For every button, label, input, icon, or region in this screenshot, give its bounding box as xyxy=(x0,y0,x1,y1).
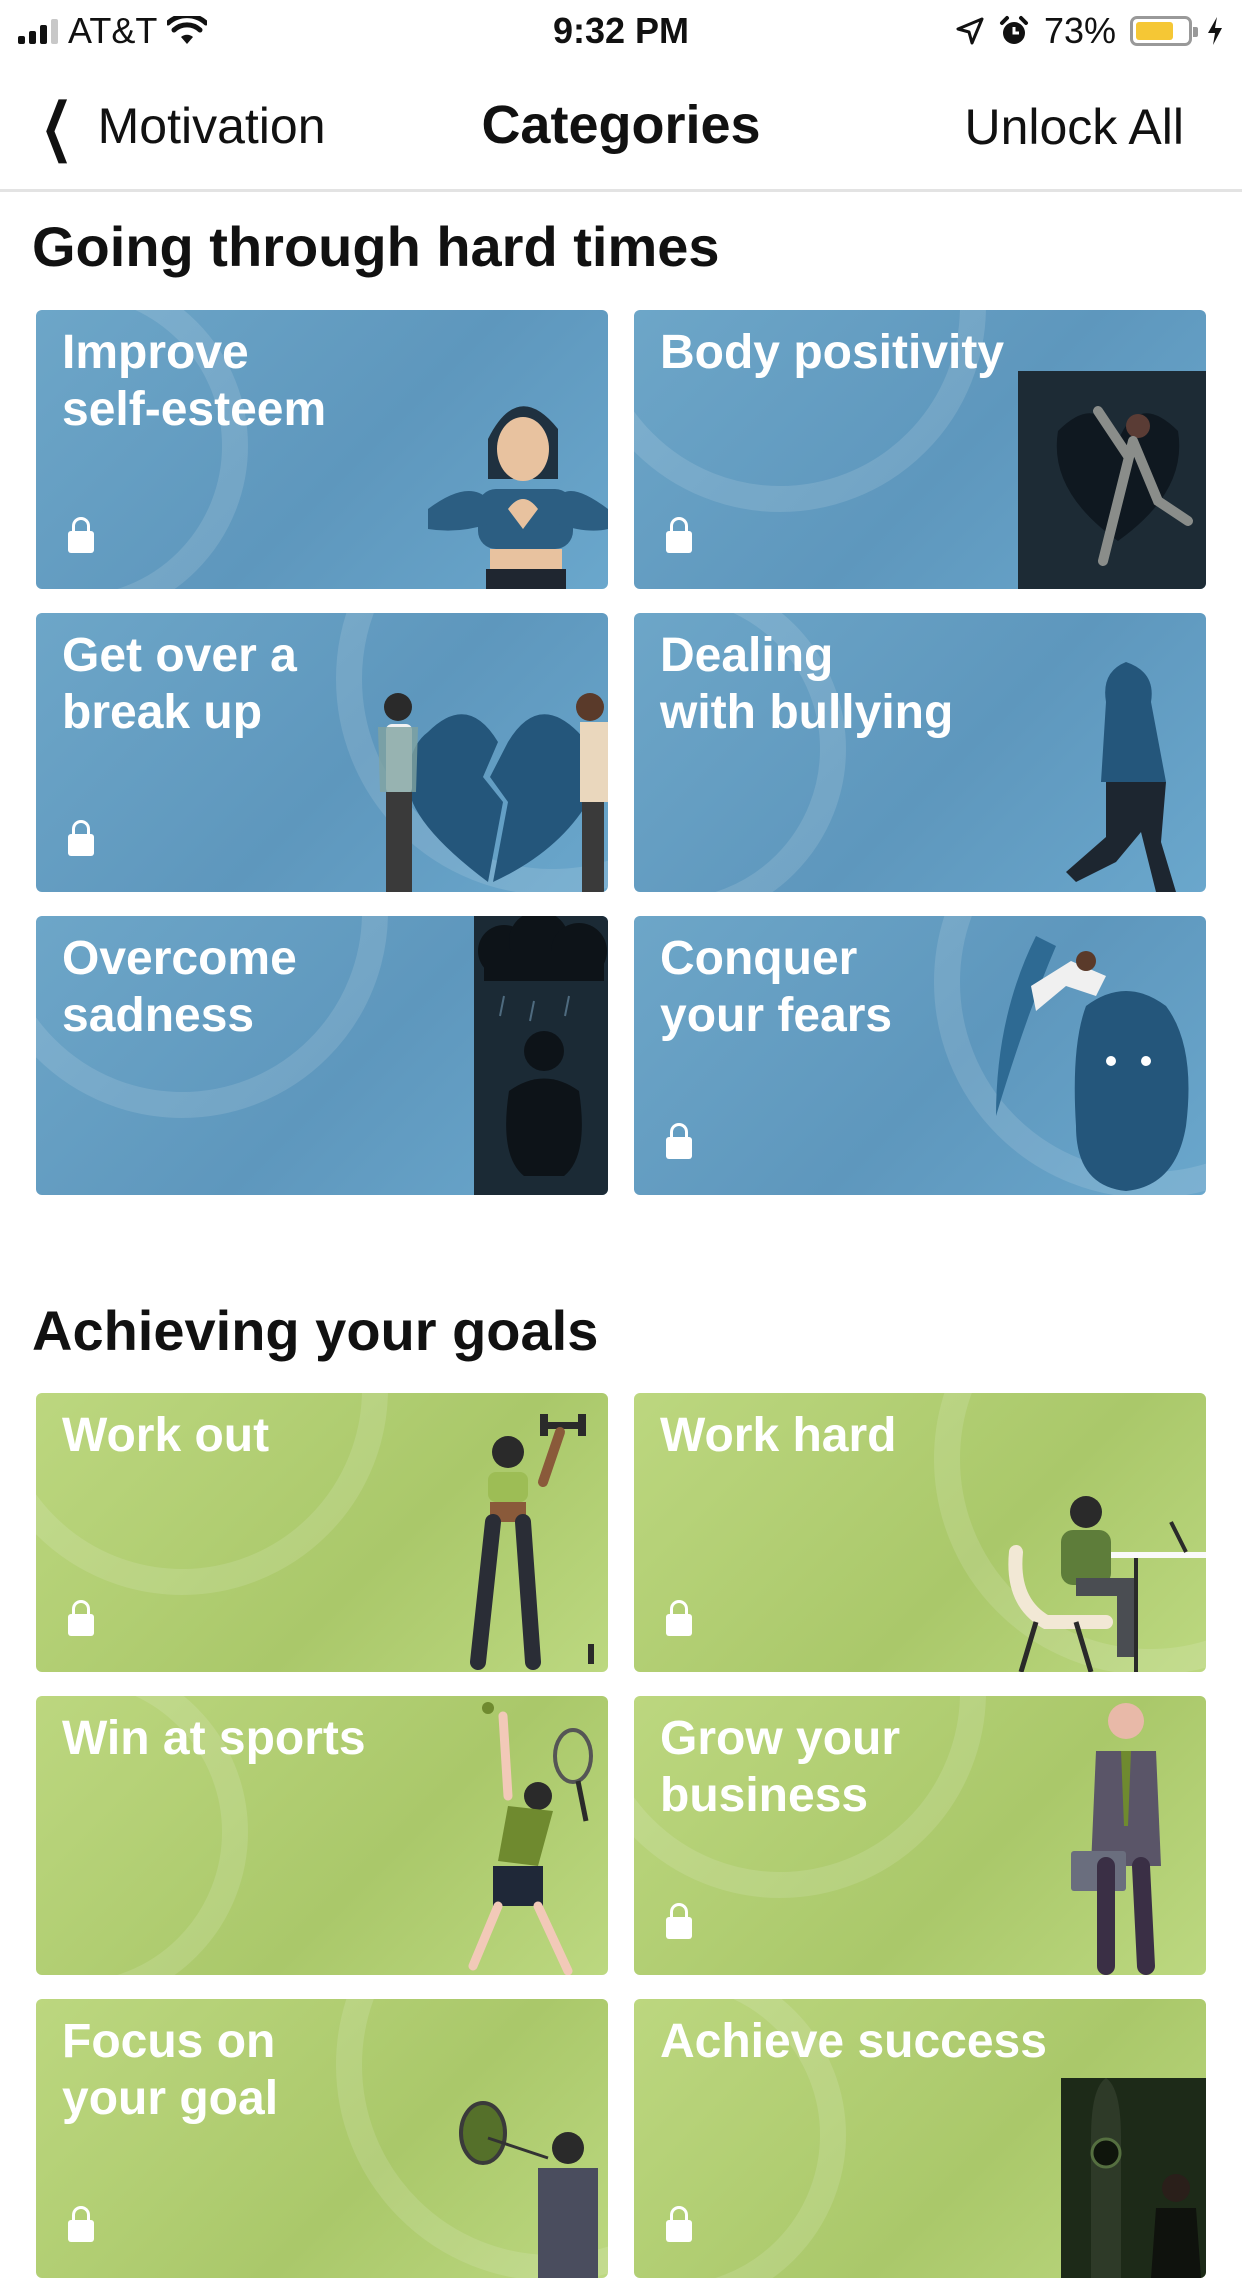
rain-cloud-illustration-icon xyxy=(474,916,608,1195)
category-card[interactable]: Win at sports xyxy=(36,1696,608,1975)
unlock-all-button[interactable]: Unlock All xyxy=(964,98,1184,156)
category-card[interactable]: Achieve success xyxy=(634,1999,1206,2278)
category-card[interactable]: Work out xyxy=(36,1393,608,1672)
alarm-clock-icon xyxy=(999,16,1028,44)
category-card-label: Grow your business xyxy=(660,1712,901,1822)
lock-icon xyxy=(666,517,692,553)
category-card[interactable]: Improve self-esteem xyxy=(36,310,608,589)
category-card[interactable]: Body positivity xyxy=(634,310,1206,589)
lock-icon xyxy=(68,820,94,856)
lock-icon xyxy=(666,1600,692,1636)
dancer-heart-illustration-icon xyxy=(1018,371,1206,589)
chevron-left-icon: ❮ xyxy=(40,90,73,162)
category-card[interactable]: Focus on your goal xyxy=(36,1999,608,2278)
category-card[interactable]: Work hard xyxy=(634,1393,1206,1672)
back-button-label: Motivation xyxy=(97,98,326,154)
heart-hands-illustration-icon xyxy=(428,406,608,589)
tennis-player-illustration-icon xyxy=(468,1702,593,1975)
category-card-label: Work hard xyxy=(660,1409,897,1462)
category-grid-hard-times: Improve self-esteem Body positivity Get ov… xyxy=(36,310,1206,1195)
lock-icon xyxy=(666,2206,692,2242)
status-right: 73% xyxy=(956,10,1224,52)
back-button[interactable]: ❮ Motivation xyxy=(30,90,326,162)
section-title-hard-times: Going through hard times xyxy=(32,215,720,278)
navigation-bar: ❮ Motivation Categories Unlock All xyxy=(0,62,1242,192)
category-card-label: Focus on your goal xyxy=(62,2015,279,2125)
category-card[interactable]: Grow your business xyxy=(634,1696,1206,1975)
battery-icon xyxy=(1130,16,1198,46)
category-card[interactable]: Conquer your fears xyxy=(634,916,1206,1195)
broken-heart-illustration-icon xyxy=(378,693,608,892)
category-card-label: Win at sports xyxy=(62,1712,366,1765)
lock-icon xyxy=(666,1903,692,1939)
lock-icon xyxy=(666,1123,692,1159)
category-card-label: Achieve success xyxy=(660,2015,1047,2068)
lock-icon xyxy=(68,1600,94,1636)
dumbbell-woman-illustration-icon xyxy=(470,1414,594,1670)
category-card-label: Overcome sadness xyxy=(62,932,297,1042)
status-bar: AT&T 9:32 PM 73% xyxy=(0,0,1242,62)
monster-illustration-icon xyxy=(996,936,1189,1191)
category-card-label: Dealing with bullying xyxy=(660,629,954,739)
category-card-label: Improve self-esteem xyxy=(62,326,327,436)
battery-percent: 73% xyxy=(1043,10,1116,51)
dart-target-illustration-icon xyxy=(459,2101,598,2278)
category-card-label: Body positivity xyxy=(660,326,1005,379)
charging-bolt-icon xyxy=(1208,17,1222,45)
category-card[interactable]: Get over a break up xyxy=(36,613,608,892)
lock-icon xyxy=(68,2206,94,2242)
category-card[interactable]: Dealing with bullying xyxy=(634,613,1206,892)
location-arrow-icon xyxy=(956,17,984,45)
category-grid-goals: Work out Work hard Win at sports Grow your … xyxy=(36,1393,1206,2278)
hooded-walker-illustration-icon xyxy=(1066,662,1176,892)
desk-worker-illustration-icon xyxy=(1008,1496,1206,1672)
category-card-label: Work out xyxy=(62,1409,270,1462)
section-title-goals: Achieving your goals xyxy=(32,1299,599,1362)
category-card-label: Conquer your fears xyxy=(660,932,893,1042)
category-card[interactable]: Overcome sadness xyxy=(36,916,608,1195)
rocket-illustration-icon xyxy=(1061,2078,1206,2278)
category-card-label: Get over a break up xyxy=(62,629,297,739)
businessman-illustration-icon xyxy=(1071,1703,1161,1975)
lock-icon xyxy=(68,517,94,553)
